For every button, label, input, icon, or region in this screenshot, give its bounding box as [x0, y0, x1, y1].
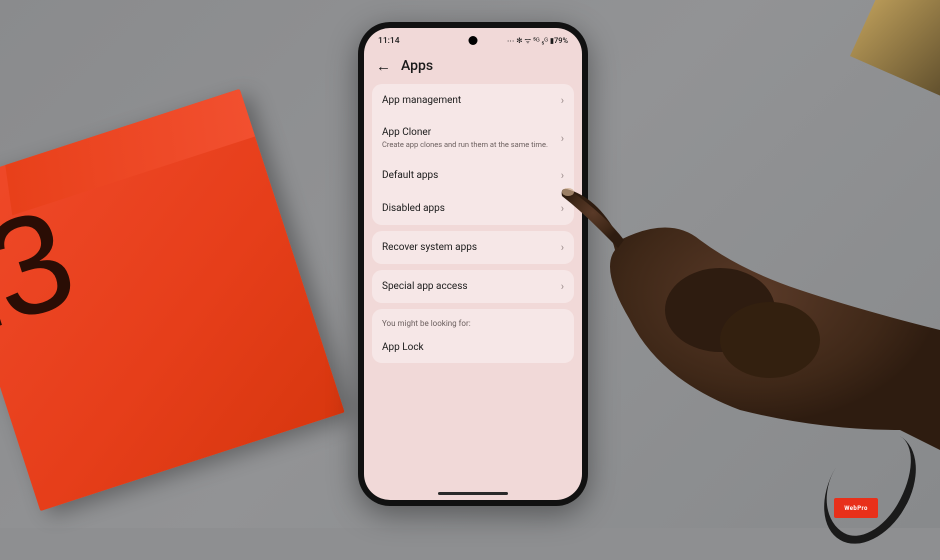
- product-box-number: 13: [0, 193, 87, 361]
- settings-content: App management › App Cloner Create app c…: [364, 80, 582, 500]
- suggestion-group: You might be looking for: App Lock: [372, 309, 574, 363]
- settings-group-1: App management › App Cloner Create app c…: [372, 84, 574, 225]
- gesture-bar[interactable]: [438, 492, 508, 495]
- settings-group-3: Special app access ›: [372, 270, 574, 303]
- row-default-apps[interactable]: Default apps ›: [372, 159, 574, 192]
- row-app-lock[interactable]: App Lock: [372, 332, 574, 363]
- phone-screen: 11:14 ⋯ ✻ ᯤ ⁵ᴳ ₅ᴳ ▮79% ← Apps App manage…: [364, 28, 582, 500]
- suggestion-hint: You might be looking for:: [372, 309, 574, 332]
- phone-frame: 11:14 ⋯ ✻ ᯤ ⁵ᴳ ₅ᴳ ▮79% ← Apps App manage…: [358, 22, 588, 506]
- row-recover-system-apps[interactable]: Recover system apps ›: [372, 231, 574, 264]
- status-icons: ⋯ ✻ ᯤ ⁵ᴳ ₅ᴳ ▮79%: [507, 36, 568, 46]
- punch-hole-camera: [469, 36, 478, 45]
- page-header: ← Apps: [364, 50, 582, 80]
- row-special-app-access[interactable]: Special app access ›: [372, 270, 574, 303]
- row-app-management[interactable]: App management ›: [372, 84, 574, 117]
- settings-group-2: Recover system apps ›: [372, 231, 574, 264]
- channel-badge: [834, 498, 878, 518]
- chevron-right-icon: ›: [561, 169, 564, 182]
- status-time: 11:14: [378, 36, 400, 46]
- row-disabled-apps[interactable]: Disabled apps ›: [372, 192, 574, 225]
- back-icon[interactable]: ←: [376, 59, 391, 74]
- row-app-cloner[interactable]: App Cloner Create app clones and run the…: [372, 117, 574, 159]
- chevron-right-icon: ›: [561, 202, 564, 215]
- chevron-right-icon: ›: [561, 280, 564, 293]
- chevron-right-icon: ›: [561, 94, 564, 107]
- chevron-right-icon: ›: [561, 241, 564, 254]
- chevron-right-icon: ›: [561, 132, 564, 145]
- page-title: Apps: [401, 58, 433, 74]
